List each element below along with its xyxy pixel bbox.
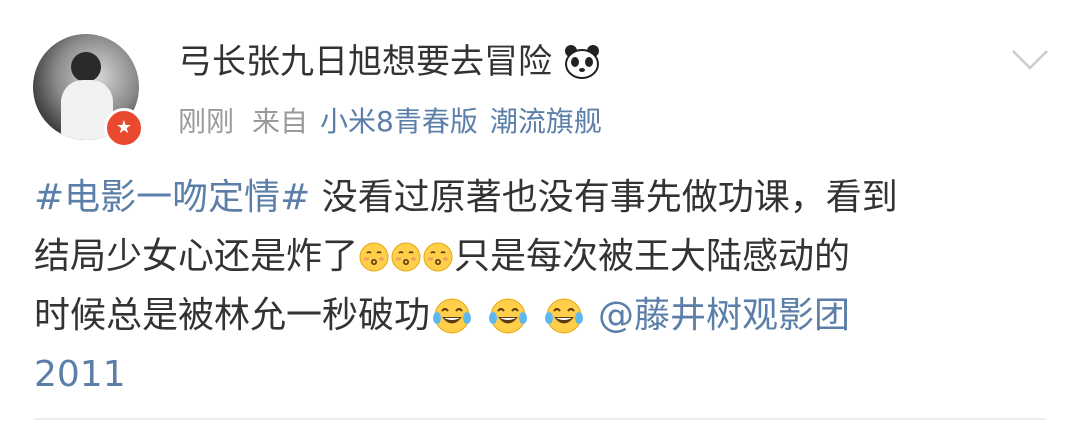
- post-text: 结局少女心还是炸了: [34, 236, 359, 277]
- post-meta: 刚刚 来自 小米8青春版 潮流旗舰: [178, 102, 602, 142]
- kissing-face-emoji-icon: [391, 242, 421, 271]
- divider: [34, 418, 1046, 420]
- source-prefix: 来自: [252, 105, 309, 138]
- username-row: 弓长张九日旭想要去冒险: [178, 40, 602, 84]
- source-device-link[interactable]: 小米8青春版: [320, 105, 478, 138]
- tears-of-joy-emoji-icon: [545, 298, 584, 333]
- username[interactable]: 弓长张九日旭想要去冒险: [178, 40, 552, 84]
- post-line: 时候总是被林允一秒破功 @藤井树观影团: [34, 286, 1044, 345]
- kissing-face-emoji-icon: [423, 242, 453, 271]
- source-tag-link[interactable]: 潮流旗舰: [490, 105, 602, 138]
- post-text: 只是每次被王大陆感动的: [454, 236, 851, 277]
- post-line: #电影一吻定情# 没看过原著也没有事先做功课，看到: [34, 168, 1044, 227]
- tears-of-joy-emoji-icon: [489, 298, 528, 333]
- kissing-face-emoji-icon: [359, 242, 389, 271]
- post-text: 没看过原著也没有事先做功课，看到: [310, 177, 898, 218]
- post-line: 结局少女心还是炸了 只是每次被王大陆感动的: [34, 227, 1044, 286]
- post-line: 2011: [34, 345, 1044, 404]
- tears-of-joy-emoji-icon: [433, 298, 472, 333]
- post-body: #电影一吻定情# 没看过原著也没有事先做功课，看到 结局少女心还是炸了 只是每次…: [34, 168, 1044, 404]
- star-icon: ★: [115, 117, 133, 138]
- avatar-head: [71, 52, 101, 82]
- mention-link[interactable]: @藤井树观影团: [598, 286, 850, 345]
- post-time: 刚刚: [178, 105, 235, 138]
- verified-badge-icon: ★: [104, 108, 144, 148]
- mention-link-continued[interactable]: 2011: [34, 345, 126, 404]
- hashtag-link[interactable]: #电影一吻定情#: [34, 168, 310, 227]
- chevron-down-icon[interactable]: [1010, 48, 1050, 72]
- panda-emoji-icon: [565, 45, 599, 79]
- post-text: 时候总是被林允一秒破功: [34, 295, 431, 336]
